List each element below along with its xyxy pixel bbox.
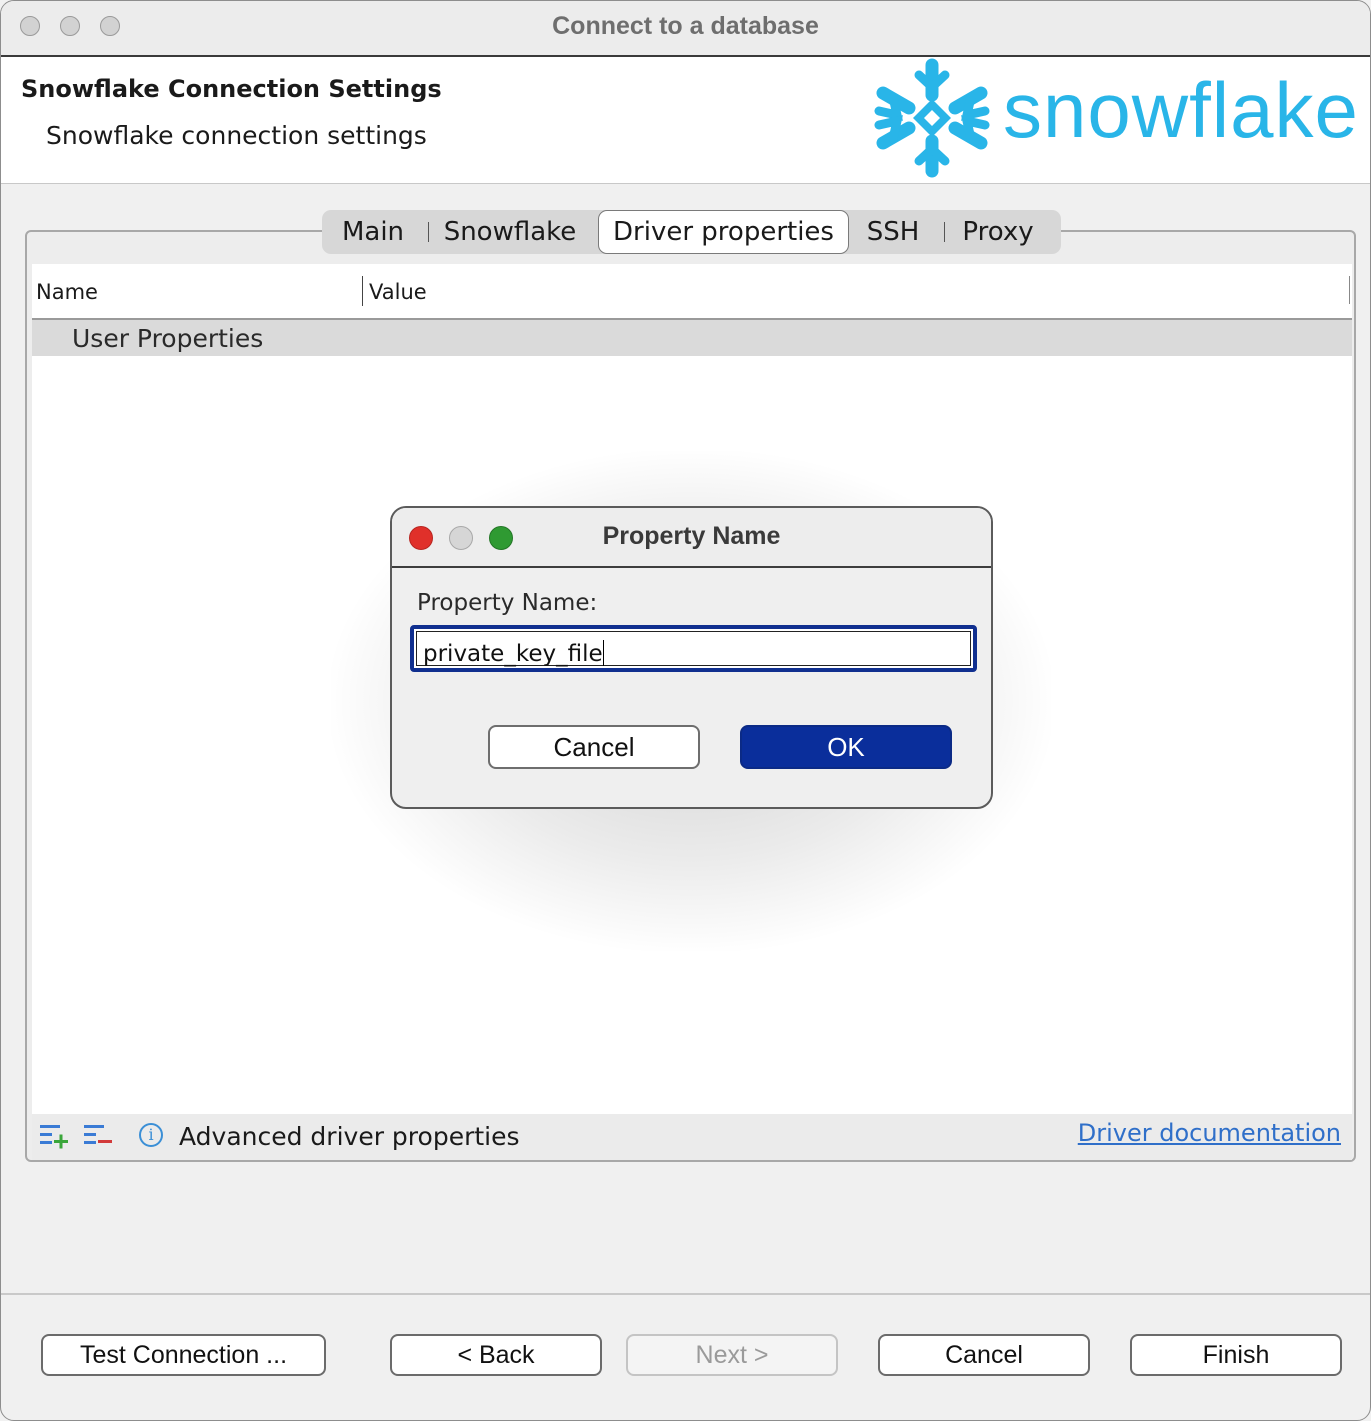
column-header-value[interactable]: Value <box>369 280 427 304</box>
dialog-title: Property Name <box>602 522 781 550</box>
driver-documentation-link[interactable]: Driver documentation <box>1078 1119 1341 1147</box>
input-value-text: private_key_file <box>423 641 603 667</box>
snowflake-logo: snowflake <box>869 57 1370 179</box>
tab-main[interactable]: Main <box>322 210 424 254</box>
column-resize-handle[interactable] <box>362 276 363 306</box>
tab-driver-properties[interactable]: Driver properties <box>598 210 849 254</box>
tab-separator <box>428 222 429 242</box>
snowflake-logo-icon <box>874 58 990 178</box>
column-resize-handle[interactable] <box>1349 276 1350 304</box>
cancel-button[interactable]: Cancel <box>878 1334 1090 1376</box>
page-title: Snowflake Connection Settings <box>21 75 442 103</box>
window-titlebar: Connect to a database <box>1 1 1370 57</box>
tab-bar: Main Snowflake Driver properties SSH Pro… <box>322 210 1061 254</box>
input-inner: private_key_file <box>416 631 971 667</box>
add-property-icon[interactable] <box>39 1122 69 1150</box>
info-icon: i <box>139 1123 163 1147</box>
main-window: Connect to a database Snowflake Connecti… <box>0 0 1371 1421</box>
dialog-cancel-button[interactable]: Cancel <box>488 725 700 769</box>
tab-ssh[interactable]: SSH <box>856 210 930 254</box>
finish-button[interactable]: Finish <box>1130 1334 1342 1376</box>
dialog-titlebar: Property Name <box>392 508 991 568</box>
snowflake-logo-text: snowflake <box>1003 66 1359 154</box>
next-button[interactable]: Next > <box>626 1334 838 1376</box>
remove-property-icon[interactable] <box>83 1122 113 1150</box>
tab-proxy[interactable]: Proxy <box>952 210 1044 254</box>
page-subtitle: Snowflake connection settings <box>46 121 427 150</box>
table-group-row[interactable]: User Properties <box>32 320 1352 356</box>
property-name-dialog: Property Name Property Name: private_key… <box>390 506 993 809</box>
text-caret <box>602 640 604 666</box>
property-name-label: Property Name: <box>417 590 598 616</box>
tab-separator <box>944 222 945 242</box>
window-title: Connect to a database <box>552 12 819 40</box>
dialog-ok-button[interactable]: OK <box>740 725 952 769</box>
footer-divider <box>1 1293 1370 1295</box>
test-connection-button[interactable]: Test Connection ... <box>41 1334 326 1376</box>
properties-toolbar: i Advanced driver properties Driver docu… <box>32 1114 1352 1160</box>
settings-header: Snowflake Connection Settings Snowflake … <box>1 57 1370 184</box>
advanced-driver-properties-label[interactable]: Advanced driver properties <box>179 1122 520 1151</box>
input-value: private_key_file <box>423 640 604 667</box>
column-header-name[interactable]: Name <box>36 280 98 304</box>
back-button[interactable]: < Back <box>390 1334 602 1376</box>
group-label: User Properties <box>72 324 264 353</box>
tab-snowflake[interactable]: Snowflake <box>432 210 588 254</box>
property-name-input[interactable]: private_key_file <box>410 625 977 672</box>
